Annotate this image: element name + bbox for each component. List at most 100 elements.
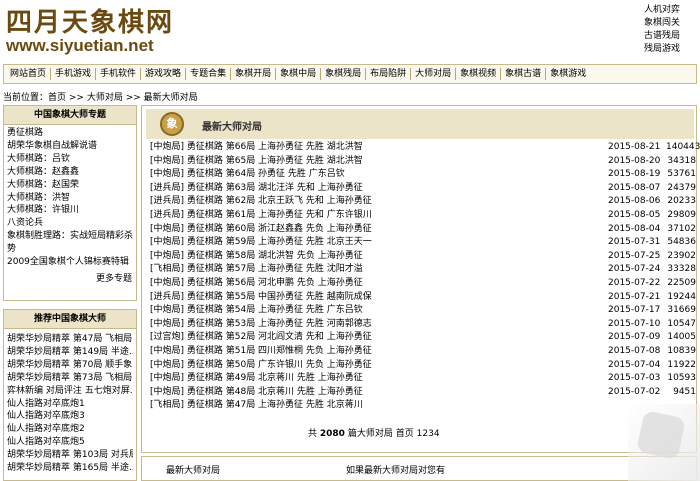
nav-item-mobile-games[interactable]: 手机游戏: [51, 68, 97, 80]
site-logo[interactable]: 四月天象棋网: [6, 2, 174, 39]
recommended-link[interactable]: 仙人指路对卒底炮1: [7, 398, 133, 411]
game-row: [中炮局] 勇征棋路 第65局 上海孙勇征 先胜 湖北洪智 2015-08-20 3…: [150, 155, 696, 169]
game-date: 2015-07-21: [608, 291, 661, 302]
game-row: [中炮局] 勇征棋路 第51局 四川郑惟桐 先负 上海孙勇征 2015-07-08…: [150, 345, 696, 359]
game-date: 2015-07-03: [608, 373, 661, 384]
game-row: [中炮局] 勇征棋路 第53局 上海孙勇征 先胜 河南郭德志 2015-07-10…: [150, 318, 696, 332]
game-title-link[interactable]: [进兵局] 勇征棋路 第62局 北京王跃飞 先和 上海孙勇征: [150, 195, 608, 209]
topic-link[interactable]: 象棋制胜理路：实战短局精彩杀势: [7, 230, 133, 256]
topic-link[interactable]: 大师棋路：许银川: [7, 204, 133, 217]
game-title-link[interactable]: [中炮局] 勇征棋路 第51局 四川郑惟桐 先负 上海孙勇征: [150, 345, 608, 359]
top-link-ai-game[interactable]: 人机对弈: [644, 4, 690, 17]
game-title-link[interactable]: [飞相局] 勇征棋路 第47局 上海孙勇征 先胜 北京蒋川: [150, 399, 608, 413]
breadcrumb-latest[interactable]: 最新大师对局: [144, 93, 198, 103]
game-views: 19244: [667, 291, 696, 302]
game-title-link[interactable]: [中炮局] 勇征棋路 第48局 北京蒋川 先胜 上海孙勇征: [150, 386, 608, 400]
game-title-link[interactable]: [过宫炮] 勇征棋路 第52局 河北阎文清 先和 上海孙勇征: [150, 331, 608, 345]
top-link-levels[interactable]: 象棋闯关: [644, 17, 690, 30]
game-date: 2015-07-25: [608, 250, 661, 261]
game-title-link[interactable]: [中炮局] 勇征棋路 第56局 河北申鹏 先负 上海孙勇征: [150, 277, 608, 291]
more-topics-link[interactable]: 更多专题: [96, 274, 132, 284]
recommended-link[interactable]: 弈林新编 对局评注 五七炮对屏...: [7, 385, 133, 398]
game-title-link[interactable]: [中炮局] 勇征棋路 第54局 上海孙勇征 先胜 广东吕钦: [150, 304, 608, 318]
breadcrumb-master-games[interactable]: 大师对局: [87, 93, 123, 103]
recommended-link[interactable]: 胡荣华妙局精萃 第149局 半途...: [7, 346, 133, 359]
nav-item-middlegames[interactable]: 象棋中局: [276, 68, 322, 80]
topic-link[interactable]: 2009全国象棋个人锦标赛特辑: [7, 256, 133, 269]
game-row: [中炮局] 勇征棋路 第58局 湖北洪智 先负 上海孙勇征 2015-07-25 2…: [150, 250, 696, 264]
watermark-logo: [636, 410, 686, 460]
game-date: 2015-08-05: [608, 209, 661, 220]
nav-item-endgames[interactable]: 象棋残局: [321, 68, 367, 80]
recommended-link[interactable]: 仙人指路对卒底炮3: [7, 410, 133, 423]
topic-link[interactable]: 八资论兵: [7, 217, 133, 230]
topic-link[interactable]: 胡荣华象棋自战解说谱: [7, 140, 133, 153]
game-title-link[interactable]: [中炮局] 勇征棋路 第66局 上海孙勇征 先胜 湖北洪智: [150, 141, 608, 155]
recommended-link[interactable]: 仙人指路对卒底炮2: [7, 423, 133, 436]
recommended-link[interactable]: 胡荣华妙局精萃 第103局 对兵局: [7, 449, 133, 462]
game-title-link[interactable]: [中炮局] 勇征棋路 第59局 上海孙勇征 先胜 北京王天一: [150, 236, 608, 250]
game-title-link[interactable]: [进兵局] 勇征棋路 第55局 中国孙勇征 先胜 越南阮成保: [150, 291, 608, 305]
game-date: 2015-07-08: [608, 345, 661, 356]
game-title-link[interactable]: [中炮局] 勇征棋路 第65局 上海孙勇征 先胜 湖北洪智: [150, 155, 608, 169]
game-title-link[interactable]: [中炮局] 勇征棋路 第49局 北京蒋川 先胜 上海孙勇征: [150, 372, 608, 386]
pagination-suffix: 篇大师对局: [347, 429, 393, 439]
recommended-link[interactable]: 仙人指路对卒底炮5: [7, 436, 133, 449]
nav-item-videos[interactable]: 象棋视频: [456, 68, 502, 80]
game-date: 2015-07-22: [608, 277, 661, 288]
game-row: [飞相局] 勇征棋路 第57局 上海孙勇征 先胜 沈阳才溢 2015-07-24 3…: [150, 263, 696, 277]
recommended-link[interactable]: 胡荣华妙局精萃 第73局 飞相局...: [7, 372, 133, 385]
nav-item-ancient-books[interactable]: 象棋古谱: [501, 68, 547, 80]
game-title-link[interactable]: [中炮局] 勇征棋路 第50局 广东许银川 先负 上海孙勇征: [150, 359, 608, 373]
nav-item-game-guides[interactable]: 游戏攻略: [141, 68, 187, 80]
recommended-masters-panel: 推荐中国象棋大师 胡荣华妙局精萃 第47局 飞相局... 胡荣华妙局精萃 第14…: [3, 309, 137, 481]
game-views: 33328: [667, 264, 696, 275]
game-views: 29809: [667, 209, 696, 220]
game-date: 2015-07-04: [608, 359, 661, 370]
pagination-prefix: 共: [308, 429, 318, 439]
topic-link[interactable]: 大师棋路：赵国荣: [7, 179, 133, 192]
topic-link[interactable]: 大师棋路：吕钦: [7, 153, 133, 166]
game-row: [进兵局] 勇征棋路 第55局 中国孙勇征 先胜 越南阮成保 2015-07-21…: [150, 291, 696, 305]
topic-link[interactable]: 勇征棋路: [7, 127, 133, 140]
breadcrumb-sep: >>: [66, 93, 87, 103]
game-views: 53761: [667, 169, 696, 180]
nav-item-collections[interactable]: 专题合集: [186, 68, 232, 80]
chess-piece-icon: 象: [160, 112, 184, 136]
breadcrumb-prefix: 当前位置：: [3, 93, 49, 103]
game-date: 2015-08-21: [608, 142, 661, 152]
topic-link[interactable]: 大师棋路：赵鑫鑫: [7, 166, 133, 179]
game-list: [中炮局] 勇征棋路 第66局 上海孙勇征 先胜 湖北洪智 2015-08-21 1…: [150, 141, 700, 413]
game-views: 23902: [667, 250, 696, 261]
site-url[interactable]: www.siyuetian.net: [6, 36, 154, 56]
recommended-link[interactable]: 胡荣华妙局精萃 第165局 半途...: [7, 462, 133, 475]
bottom-note: 如果最新大师对局对您有: [346, 466, 446, 476]
nav-item-home[interactable]: 网站首页: [6, 68, 52, 80]
game-views: 54836: [667, 237, 696, 248]
top-link-endgame-games[interactable]: 残局游戏: [644, 43, 690, 56]
breadcrumb-home[interactable]: 首页: [48, 93, 66, 103]
game-title-link[interactable]: [中炮局] 勇征棋路 第64局 孙勇征 先胜 广东吕钦: [150, 168, 608, 182]
bottom-latest-link[interactable]: 最新大师对局: [166, 463, 220, 476]
nav-item-master-games[interactable]: 大师对局: [411, 68, 457, 80]
recommended-link[interactable]: 胡荣华妙局精萃 第70局 顺手象: [7, 359, 133, 372]
game-views: 9451: [673, 386, 696, 397]
game-title-link[interactable]: [飞相局] 勇征棋路 第57局 上海孙勇征 先胜 沈阳才溢: [150, 263, 608, 277]
nav-item-opening-traps[interactable]: 布局陷阱: [366, 68, 412, 80]
nav-item-chess-games[interactable]: 象棋游戏: [546, 68, 590, 80]
game-title-link[interactable]: [中炮局] 勇征棋路 第53局 上海孙勇征 先胜 河南郭德志: [150, 318, 608, 332]
nav-item-openings[interactable]: 象棋开局: [231, 68, 277, 80]
total-count: 2080: [319, 429, 345, 439]
page-first[interactable]: 首页: [396, 429, 414, 439]
game-title-link[interactable]: [进兵局] 勇征棋路 第61局 上海孙勇征 先和 广东许银川: [150, 209, 608, 223]
nav-item-mobile-software[interactable]: 手机软件: [96, 68, 142, 80]
game-title-link[interactable]: [进兵局] 勇征棋路 第63局 湖北汪洋 先和 上海孙勇征: [150, 182, 608, 196]
game-title-link[interactable]: [中炮局] 勇征棋路 第58局 湖北洪智 先负 上海孙勇征: [150, 250, 608, 264]
recommended-link[interactable]: 胡荣华妙局精萃 第47局 飞相局...: [7, 333, 133, 346]
game-title-link[interactable]: [中炮局] 勇征棋路 第60局 浙江赵鑫鑫 先负 上海孙勇征: [150, 223, 608, 237]
top-link-ancient-endgames[interactable]: 古谱残局: [644, 30, 690, 43]
page-link[interactable]: 4: [434, 429, 440, 439]
top-links: 人机对弈 象棋闯关 古谱残局 残局游戏: [644, 4, 690, 56]
game-views: 37102: [667, 223, 696, 234]
topic-link[interactable]: 大师棋路：洪智: [7, 192, 133, 205]
